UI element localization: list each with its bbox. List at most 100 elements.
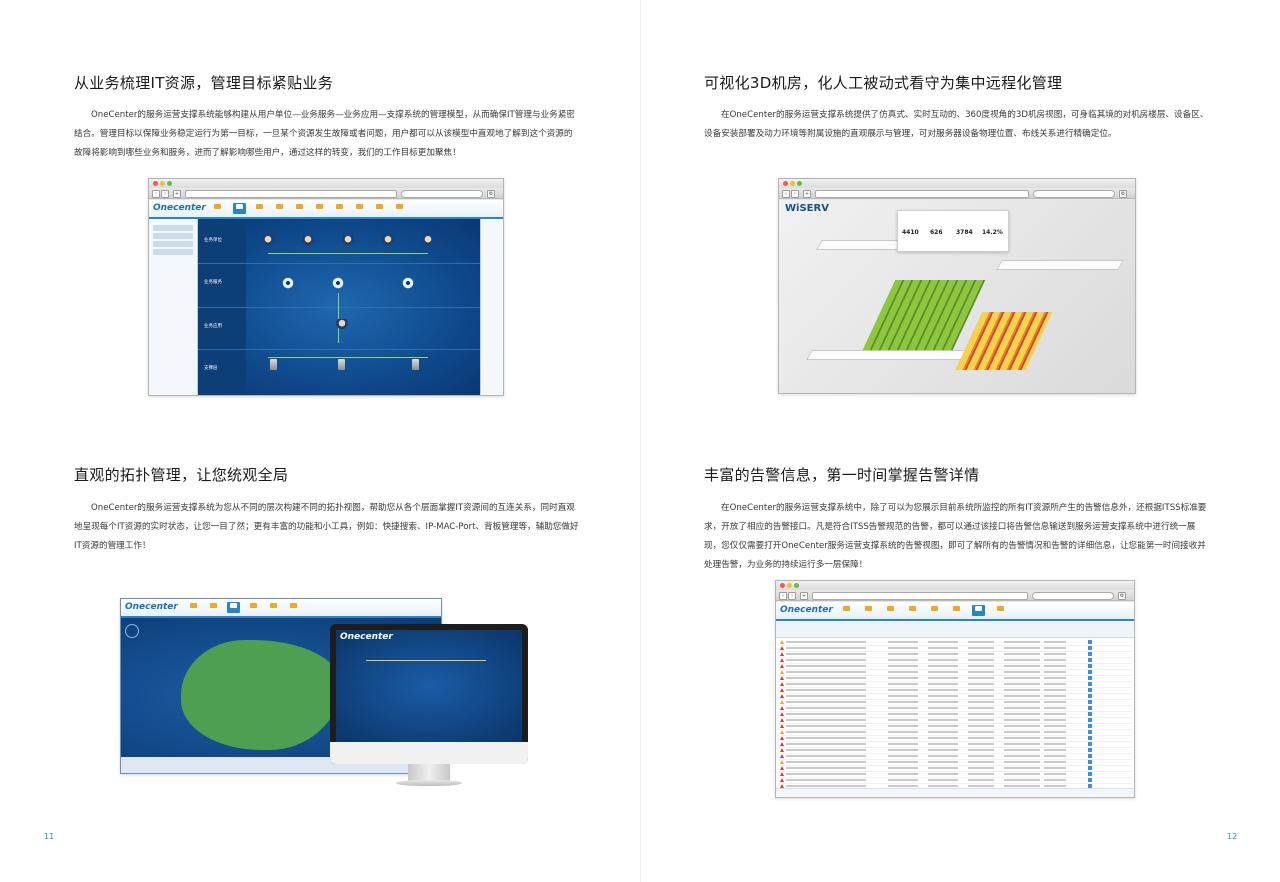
- table-cell: [928, 701, 958, 703]
- stat-value: 3784: [956, 229, 973, 236]
- table-cell: [928, 659, 958, 661]
- table-cell: [786, 725, 866, 727]
- table-cell: [1044, 683, 1066, 685]
- table-cell: [888, 689, 918, 691]
- nav-tab-icon: [227, 602, 240, 613]
- resource-tree-sidebar: [149, 219, 198, 395]
- section-title-topology: 直观的拓扑管理，让您统观全局: [74, 466, 289, 484]
- table-cell: [968, 767, 994, 769]
- table-cell: [968, 689, 994, 691]
- settings-icon: ⚙: [1118, 592, 1126, 600]
- table-cell: [786, 767, 866, 769]
- table-cell: [928, 641, 958, 643]
- nav-tab-icon: [950, 605, 963, 616]
- table-cell: [1044, 671, 1066, 673]
- alerts-table-screenshot: ‹ › + ⚙ Onecenter: [775, 580, 1135, 798]
- table-cell: [1004, 731, 1040, 733]
- table-cell: [928, 767, 958, 769]
- detail-icon: [1088, 658, 1092, 662]
- nav-tab-home-icon: [211, 203, 224, 214]
- alert-severity-icon: [780, 682, 784, 686]
- table-cell: [928, 737, 958, 739]
- page-gutter: [640, 0, 641, 882]
- stat-value: 14.2%: [982, 229, 1003, 236]
- application-icon: [336, 319, 348, 331]
- table-cell: [928, 683, 958, 685]
- nav-tab-icon: [906, 605, 919, 616]
- table-cell: [1044, 641, 1066, 643]
- table-cell: [968, 683, 994, 685]
- detail-icon: [1088, 772, 1092, 776]
- detail-icon: [1088, 700, 1092, 704]
- table-cell: [1044, 713, 1066, 715]
- settings-icon: ⚙: [1119, 190, 1127, 198]
- monitor-topology-graph: [366, 660, 486, 711]
- nav-tab-ops-icon: [333, 203, 346, 214]
- forward-arrow-icon: ›: [791, 190, 799, 198]
- table-cell: [786, 719, 866, 721]
- forward-arrow-icon: ›: [788, 592, 796, 600]
- back-arrow-icon: ‹: [782, 190, 790, 198]
- table-cell: [888, 653, 918, 655]
- table-cell: [1004, 683, 1040, 685]
- detail-icon: [1088, 688, 1092, 692]
- table-cell: [888, 719, 918, 721]
- table-cell: [786, 773, 866, 775]
- service-gear-icon: [332, 277, 344, 289]
- table-cell: [888, 755, 918, 757]
- table-cell: [888, 647, 918, 649]
- user-icon: [262, 235, 274, 247]
- connection-line: [338, 293, 339, 343]
- nav-tab-icon: [287, 602, 300, 613]
- alert-severity-icon: [780, 778, 784, 782]
- alert-severity-icon: [780, 760, 784, 764]
- alert-severity-icon: [780, 724, 784, 728]
- detail-icon: [1088, 742, 1092, 746]
- stat-value: 626: [930, 229, 943, 236]
- lane-divider: [198, 349, 480, 350]
- table-cell: [1004, 677, 1040, 679]
- monitor-chin: [330, 742, 528, 764]
- alert-severity-icon: [780, 766, 784, 770]
- zoom-dot-icon: [167, 181, 172, 186]
- table-cell: [786, 689, 866, 691]
- table-cell: [888, 743, 918, 745]
- forward-arrow-icon: ›: [161, 190, 169, 198]
- app-header: Onecenter: [149, 200, 503, 219]
- nav-tab-alert-icon: [353, 203, 366, 214]
- alert-table: [776, 640, 1134, 796]
- address-bar: [812, 592, 1028, 600]
- add-tab-icon: +: [173, 190, 181, 198]
- detail-icon: [1088, 640, 1092, 644]
- nav-tab-icon: [928, 605, 941, 616]
- table-cell: [1044, 743, 1066, 745]
- onecenter-logo: Onecenter: [780, 605, 833, 615]
- window-titlebar: [149, 179, 503, 188]
- table-cell: [786, 761, 866, 763]
- nav-tab-business-icon: [233, 203, 246, 214]
- table-cell: [968, 737, 994, 739]
- alert-severity-icon: [780, 664, 784, 668]
- table-cell: [968, 677, 994, 679]
- nav-tab-asset-icon: [293, 203, 306, 214]
- minimize-dot-icon: [787, 583, 792, 588]
- nav-tab-config-icon: [373, 203, 386, 214]
- table-cell: [786, 755, 866, 757]
- table-cell: [968, 707, 994, 709]
- table-cell: [1004, 773, 1040, 775]
- table-cell: [1044, 653, 1066, 655]
- table-cell: [888, 785, 918, 787]
- table-cell: [888, 749, 918, 751]
- table-cell: [1004, 785, 1040, 787]
- nav-tab-icon: [840, 605, 853, 616]
- table-cell: [1004, 653, 1040, 655]
- table-cell: [968, 647, 994, 649]
- zoom-dot-icon: [797, 181, 802, 186]
- table-cell: [1004, 743, 1040, 745]
- tree-item: [153, 233, 193, 239]
- table-cell: [1044, 647, 1066, 649]
- nav-tab-icon: [267, 602, 280, 613]
- lane-divider: [198, 307, 480, 308]
- nav-tab-icon: [884, 605, 897, 616]
- table-cell: [786, 683, 866, 685]
